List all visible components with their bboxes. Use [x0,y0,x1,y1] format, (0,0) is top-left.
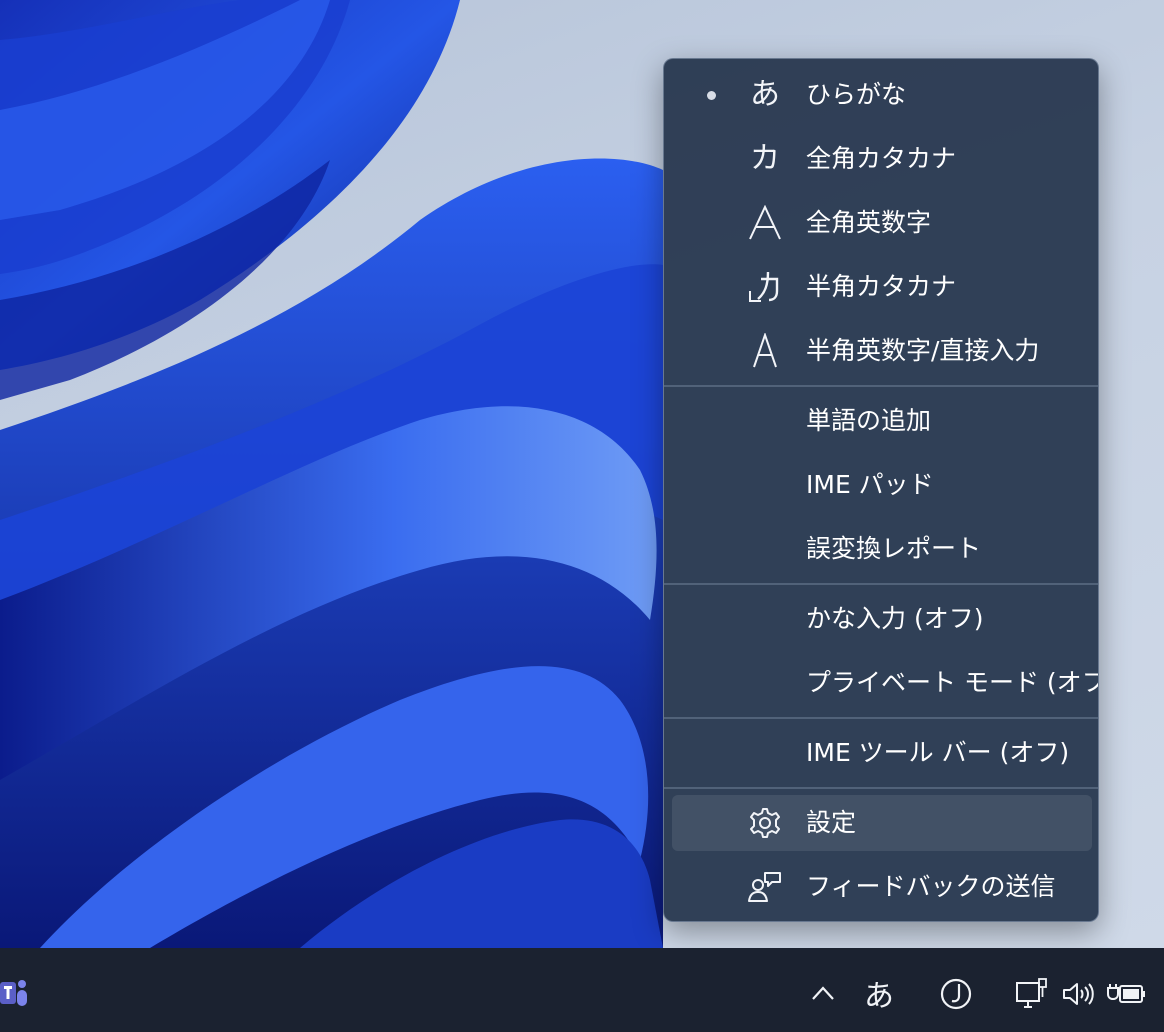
menu-item-add-word[interactable]: 単語の追加 [672,393,1092,449]
menu-item-fullwidth-katakana[interactable]: カ 全角カタカナ [672,131,1092,187]
menu-item-label: フィードバックの送信 [806,872,1056,901]
gear-icon [742,801,788,845]
menu-item-ime-pad[interactable]: IME パッド [672,457,1092,513]
menu-item-label: プライベート モード (オフ) [806,668,1099,697]
taskbar: あ [0,948,1164,1032]
menu-item-kana-input[interactable]: かな入力 (オフ) [672,591,1092,647]
menu-item-label: 半角英数字/直接入力 [806,336,1040,365]
menu-item-hiragana[interactable]: あ ひらがな [672,67,1092,123]
battery-icon[interactable] [1106,978,1148,1010]
menu-item-label: 全角英数字 [806,208,932,237]
menu-separator [664,787,1098,789]
ime-context-menu: あ ひらがな カ 全角カタカナ 全角英数字 半角カタカナ 半角英数字/直接入力 … [663,58,1099,922]
menu-separator [664,385,1098,387]
selected-bullet-icon [707,91,716,100]
halfwidth-katakana-icon [742,265,788,309]
teams-icon[interactable] [0,972,30,1012]
fullwidth-katakana-icon: カ [750,141,780,176]
menu-item-label: 全角カタカナ [806,144,957,173]
menu-separator [664,717,1098,719]
fullwidth-alphanumeric-icon [742,201,788,245]
halfwidth-alphanumeric-icon [742,329,788,373]
menu-item-send-feedback[interactable]: フィードバックの送信 [672,859,1092,915]
menu-item-halfwidth-katakana[interactable]: 半角カタカナ [672,259,1092,315]
menu-item-halfwidth-alphanumeric[interactable]: 半角英数字/直接入力 [672,323,1092,379]
menu-item-label: ひらがな [806,80,907,109]
menu-item-conversion-report[interactable]: 誤変換レポート [672,521,1092,577]
menu-item-settings[interactable]: 設定 [672,795,1092,851]
menu-separator [664,583,1098,585]
menu-item-label: 半角カタカナ [806,272,957,301]
menu-item-label: 単語の追加 [806,406,932,435]
menu-item-label: 設定 [806,808,857,837]
ime-status-icon[interactable] [937,975,975,1013]
menu-item-label: 誤変換レポート [806,534,982,563]
menu-item-label: かな入力 (オフ) [806,604,984,633]
menu-item-ime-toolbar[interactable]: IME ツール バー (オフ) [672,725,1092,781]
chevron-up-icon[interactable] [806,976,840,1010]
network-icon[interactable] [1012,976,1050,1012]
menu-item-fullwidth-alphanumeric[interactable]: 全角英数字 [672,195,1092,251]
menu-item-private-mode[interactable]: プライベート モード (オフ) [672,655,1098,711]
hiragana-icon: あ [750,77,780,112]
feedback-icon [742,865,788,909]
menu-item-label: IME パッド [806,470,934,499]
volume-icon[interactable] [1060,978,1096,1010]
ime-mode-icon[interactable]: あ [858,972,900,1014]
menu-item-label: IME ツール バー (オフ) [806,738,1070,767]
